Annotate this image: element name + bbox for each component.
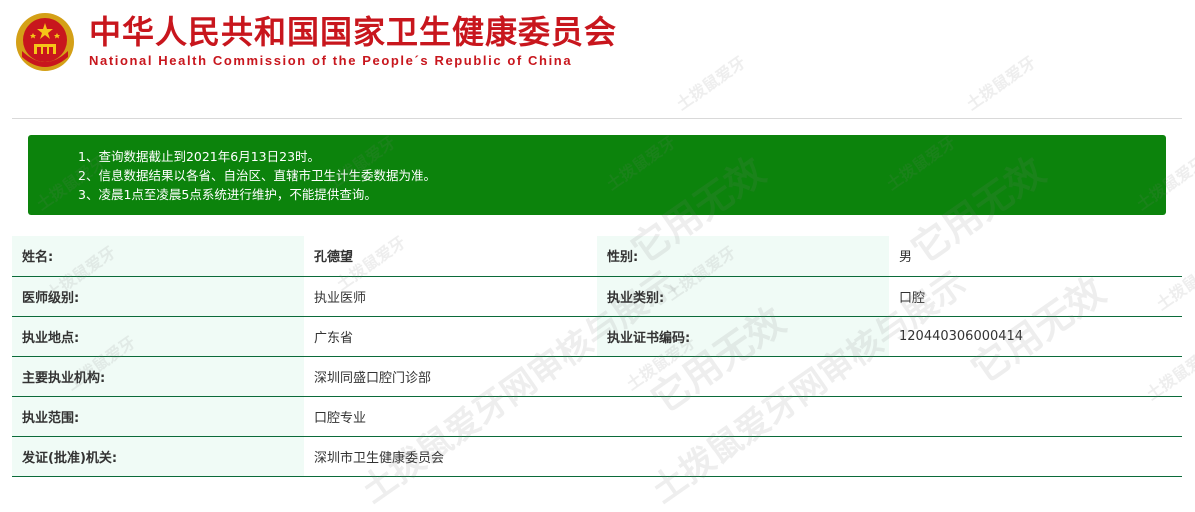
site-title-en: National Health Commission of the People… [89,52,573,68]
category-label: 执业类别: [597,276,889,317]
org-value: 深圳同盛口腔门诊部 [304,356,1182,397]
gender-label: 性别: [597,236,889,277]
header-divider [12,118,1182,119]
category-value: 口腔 [889,276,1182,317]
gender-value: 男 [889,236,1182,277]
table-row: 执业地点: 广东省 执业证书编码: 120440306000414 [12,316,1182,357]
level-label: 医师级别: [12,276,304,317]
site-header: 中华人民共和国国家卫生健康委员会 National Health Commiss… [12,8,695,75]
location-label: 执业地点: [12,316,304,357]
notice-line: 1、查询数据截止到2021年6月13日23时。 [78,149,321,164]
org-label: 主要执业机构: [12,356,304,397]
notice-line: 3、凌晨1点至凌晨5点系统进行维护，不能提供查询。 [78,187,377,202]
table-row: 主要执业机构: 深圳同盛口腔门诊部 [12,356,1182,397]
cert-value: 120440306000414 [889,316,1182,357]
watermark-text: 土拨鼠爱牙 [962,52,1040,114]
issuer-label: 发证(批准)机关: [12,436,304,477]
table-row: 姓名: 孔德望 性别: 男 [12,236,1182,277]
scope-value: 口腔专业 [304,396,1182,437]
name-label: 姓名: [12,236,304,277]
notice-line: 2、信息数据结果以各省、自治区、直辖市卫生计生委数据为准。 [78,168,436,183]
name-value: 孔德望 [304,236,597,277]
site-title-cn: 中华人民共和国国家卫生健康委员会 [89,12,618,51]
table-row: 发证(批准)机关: 深圳市卫生健康委员会 [12,436,1182,477]
issuer-value: 深圳市卫生健康委员会 [304,436,1182,477]
table-row: 执业范围: 口腔专业 [12,396,1182,437]
scope-label: 执业范围: [12,396,304,437]
notice-box: 1、查询数据截止到2021年6月13日23时。 2、信息数据结果以各省、自治区、… [28,135,1166,215]
doctor-info-table: 姓名: 孔德望 性别: 男 医师级别: 执业医师 执业类别: 口腔 执业地点: … [12,236,1182,477]
national-emblem-icon [14,11,76,73]
level-value: 执业医师 [304,276,597,317]
table-row: 医师级别: 执业医师 执业类别: 口腔 [12,276,1182,317]
location-value: 广东省 [304,316,597,357]
cert-label: 执业证书编码: [597,316,889,357]
